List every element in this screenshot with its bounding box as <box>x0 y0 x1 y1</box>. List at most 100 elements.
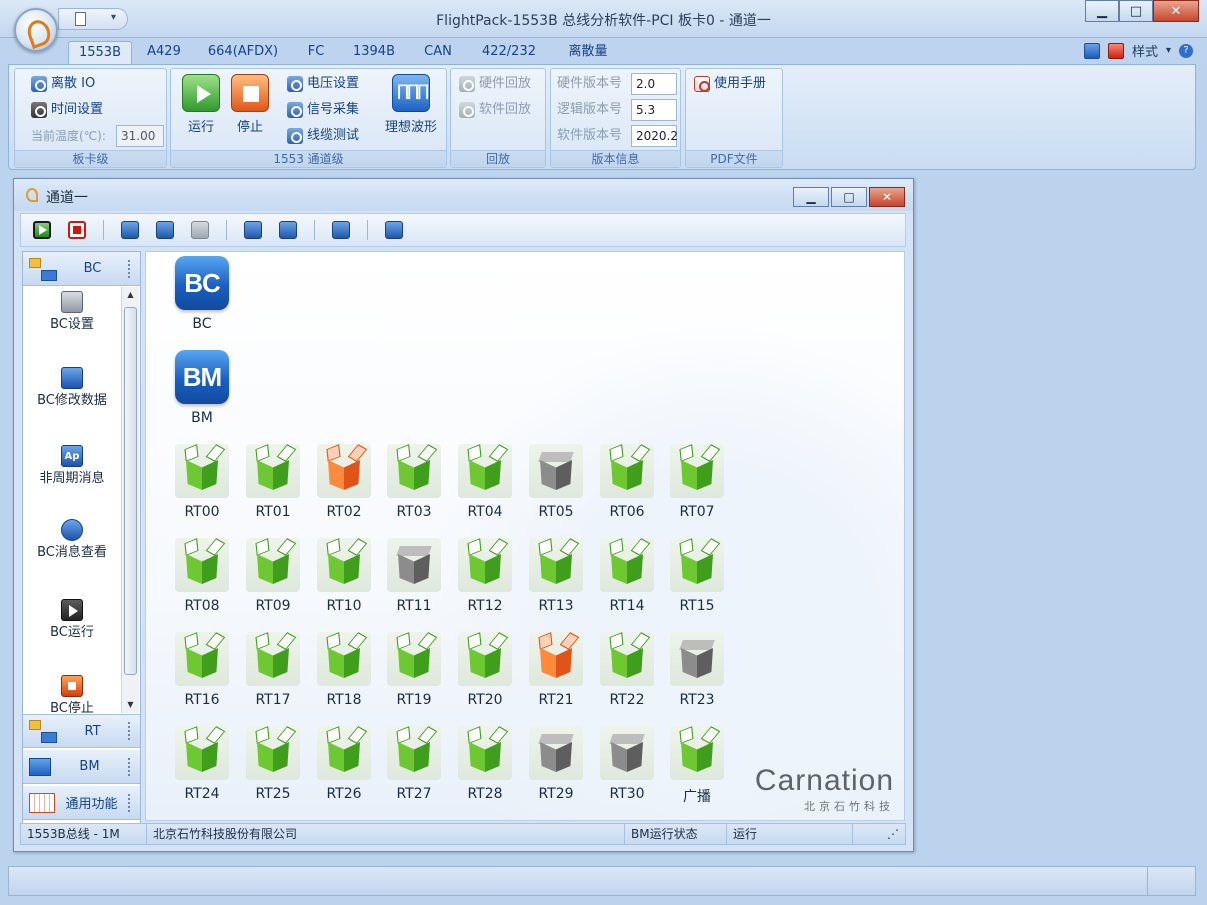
close-button[interactable]: ✕ <box>1153 0 1199 22</box>
rt-cube-active-icon <box>387 444 441 498</box>
device-rt[interactable]: RT18 <box>312 632 376 708</box>
cable-test-button[interactable]: 线缆测试 <box>287 126 359 146</box>
device-rt[interactable]: RT06 <box>595 444 659 520</box>
ideal-wave-button[interactable]: 理想波形 <box>379 74 443 135</box>
toolbar-stop-icon[interactable] <box>68 221 86 239</box>
nav-header-bm[interactable]: BM <box>23 750 140 784</box>
device-rt[interactable]: RT10 <box>312 538 376 614</box>
maximize-button[interactable]: □ <box>1119 0 1153 22</box>
device-rt[interactable]: RT30 <box>595 726 659 802</box>
device-rt[interactable]: RT05 <box>524 444 588 520</box>
main-resize-grip-icon[interactable] <box>1147 867 1195 895</box>
nav-item-bc-stop[interactable]: BC停止 <box>23 675 121 713</box>
device-rt[interactable]: RT24 <box>170 726 234 802</box>
nav-item-aperiodic[interactable]: Ap 非周期消息 <box>23 445 121 489</box>
device-rt[interactable]: RT22 <box>595 632 659 708</box>
scroll-up-icon[interactable]: ▲ <box>122 287 139 303</box>
child-minimize-button[interactable]: ▁ <box>793 187 829 207</box>
resize-grip-icon[interactable]: ⋰ <box>853 824 905 844</box>
device-rt[interactable]: RT16 <box>170 632 234 708</box>
tab-422-232[interactable]: 422/232 <box>472 41 546 64</box>
voltage-settings-button[interactable]: 电压设置 <box>287 74 359 94</box>
device-rt[interactable]: RT27 <box>382 726 446 802</box>
run-quick-icon[interactable] <box>1083 42 1100 59</box>
help-icon[interactable]: ? <box>1179 43 1193 58</box>
device-rt[interactable]: RT08 <box>170 538 234 614</box>
software-replay-button[interactable]: 软件回放 <box>459 100 531 120</box>
device-rt[interactable]: RT07 <box>665 444 729 520</box>
user-manual-button[interactable]: 使用手册 <box>694 74 766 94</box>
device-rt[interactable]: RT19 <box>382 632 446 708</box>
style-dropdown-icon[interactable]: ▾ <box>1166 45 1171 56</box>
rt-label: RT06 <box>609 504 645 520</box>
nav-item-bc-run[interactable]: BC运行 <box>23 599 121 643</box>
nav-item-bc-message-view[interactable]: BC消息查看 <box>23 519 121 563</box>
nav-scrollbar[interactable]: ▲ ▼ <box>121 287 139 713</box>
tab-a429[interactable]: A429 <box>140 41 188 64</box>
device-rt[interactable]: RT25 <box>241 726 305 802</box>
toolbar-aperiodic-icon[interactable] <box>244 221 262 239</box>
rt-label: RT01 <box>255 504 291 520</box>
device-rt[interactable]: RT01 <box>241 444 305 520</box>
run-button[interactable]: 运行 <box>174 74 228 135</box>
device-rt[interactable]: RT00 <box>170 444 234 520</box>
tab-1394b[interactable]: 1394B <box>344 41 404 64</box>
device-rt[interactable]: RT04 <box>453 444 517 520</box>
nav-header-rt[interactable]: RT <box>23 714 140 748</box>
child-close-button[interactable]: ✕ <box>869 187 905 207</box>
toolbar-waveform-icon[interactable] <box>385 221 403 239</box>
tab-1553b[interactable]: 1553B <box>68 41 132 64</box>
play-icon <box>61 599 83 621</box>
device-rt[interactable]: RT21 <box>524 632 588 708</box>
carnation-logo: Carnation 北京石竹科技 <box>755 764 894 814</box>
nav-item-bc-modify-data[interactable]: BC修改数据 <box>23 367 121 411</box>
tab-can[interactable]: CAN <box>414 41 462 64</box>
device-rt[interactable]: RT17 <box>241 632 305 708</box>
style-menu[interactable]: 样式 <box>1132 41 1158 60</box>
device-rt[interactable]: RT26 <box>312 726 376 802</box>
tab-afdx[interactable]: 664(AFDX) <box>200 41 286 64</box>
toolbar-voltage-icon[interactable] <box>121 221 139 239</box>
hardware-replay-button[interactable]: 硬件回放 <box>459 74 531 94</box>
stop-quick-icon[interactable] <box>1107 42 1124 59</box>
discrete-io-button[interactable]: 离散 IO <box>31 74 95 94</box>
device-rt[interactable]: RT29 <box>524 726 588 802</box>
tab-discrete[interactable]: 离散量 <box>556 41 620 64</box>
device-rt[interactable]: RT02 <box>312 444 376 520</box>
scroll-thumb[interactable] <box>124 307 137 675</box>
device-rt[interactable]: RT09 <box>241 538 305 614</box>
device-rt[interactable]: RT28 <box>453 726 517 802</box>
device-rt[interactable]: RT03 <box>382 444 446 520</box>
toolbar-run-icon[interactable] <box>33 221 51 239</box>
device-rt[interactable]: RT23 <box>665 632 729 708</box>
device-rt[interactable]: 广播 <box>665 726 729 806</box>
toolbar-edit-icon[interactable] <box>279 221 297 239</box>
app-logo-icon[interactable] <box>14 8 58 52</box>
device-bm[interactable]: BM BM <box>170 350 234 426</box>
rt-cube-active-icon <box>317 538 371 592</box>
minimize-button[interactable]: ▁ <box>1085 0 1119 22</box>
rt-cube-active-icon <box>529 538 583 592</box>
app-title: FlightPack-1553B 总线分析软件-PCI 板卡0 - 通道一 <box>436 13 771 29</box>
nav-header-common[interactable]: 通用功能 <box>23 786 140 820</box>
toolbar-modify-icon[interactable] <box>332 221 350 239</box>
toolbar-cable-icon[interactable] <box>191 221 209 239</box>
stop-button[interactable]: 停止 <box>223 74 277 135</box>
temperature-field[interactable]: 31.00 <box>116 125 164 147</box>
device-rt[interactable]: RT20 <box>453 632 517 708</box>
device-rt[interactable]: RT12 <box>453 538 517 614</box>
time-settings-button[interactable]: 时间设置 <box>31 100 103 120</box>
child-maximize-button[interactable]: □ <box>831 187 867 207</box>
device-rt[interactable]: RT15 <box>665 538 729 614</box>
device-rt[interactable]: RT13 <box>524 538 588 614</box>
device-bc[interactable]: BC BC <box>170 256 234 332</box>
device-rt[interactable]: RT14 <box>595 538 659 614</box>
tab-fc[interactable]: FC <box>298 41 334 64</box>
device-rt[interactable]: RT11 <box>382 538 446 614</box>
nav-header-bc[interactable]: BC <box>23 252 140 286</box>
scroll-down-icon[interactable]: ▼ <box>122 697 139 713</box>
nav-item-bc-settings[interactable]: BC设置 <box>23 291 121 335</box>
toolbar-signal-icon[interactable] <box>156 221 174 239</box>
bm-icon: BM <box>175 350 229 404</box>
signal-capture-button[interactable]: 信号采集 <box>287 100 359 120</box>
